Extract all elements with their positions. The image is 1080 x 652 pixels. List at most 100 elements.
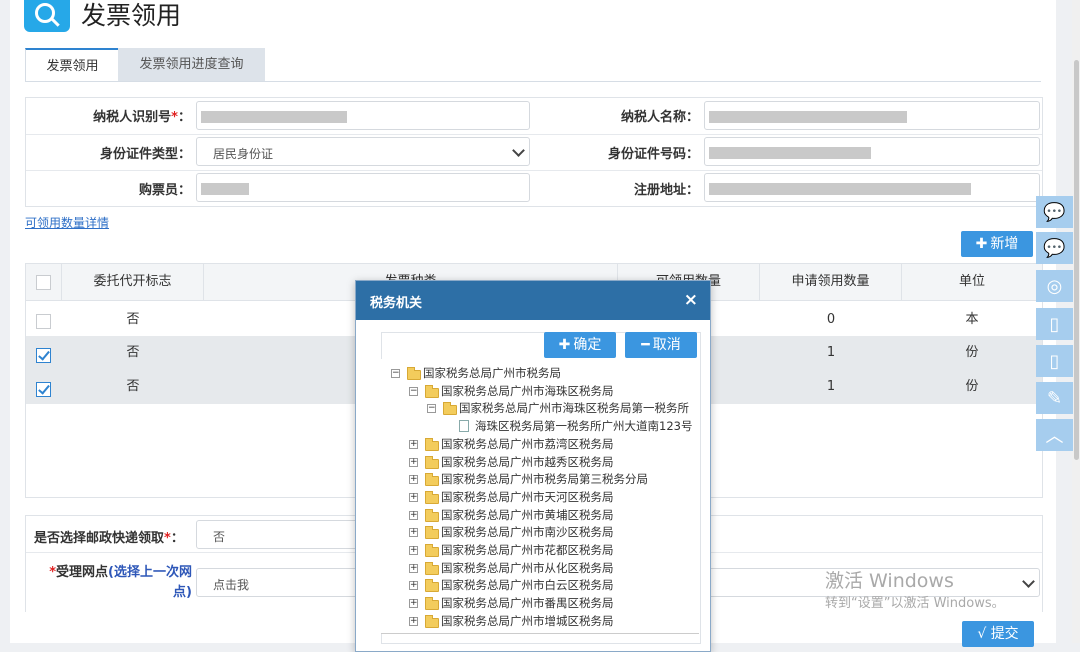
tree-node[interactable]: + 国家税务总局广州市从化区税务局: [381, 560, 699, 577]
cancel-button-label: 取消: [652, 337, 681, 353]
dialog-divider: [381, 633, 699, 634]
col-unit: 单位: [958, 274, 985, 289]
row-checkbox[interactable]: [36, 382, 51, 397]
address-field[interactable]: [704, 173, 1040, 202]
expand-icon[interactable]: +: [409, 439, 418, 449]
expand-icon[interactable]: +: [409, 546, 418, 555]
confirm-button[interactable]: ✚ 确定: [544, 332, 616, 358]
taxpayer-name-field[interactable]: [704, 101, 1040, 130]
wechat-icon[interactable]: 💬: [1036, 196, 1073, 228]
tree-node[interactable]: + 国家税务总局广州市天河区税务局: [381, 489, 699, 506]
mobile-icon[interactable]: ▯: [1036, 345, 1073, 377]
expand-icon[interactable]: +: [409, 510, 418, 520]
tree-node[interactable]: 海珠区税务局第一税务所广州大道南123号: [381, 418, 699, 435]
tree-node-label: 国家税务总局广州市增城区税务局: [441, 613, 614, 628]
tree-node[interactable]: + 国家税务总局广州市番禺区税务局: [381, 595, 699, 612]
dialog-title: 税务机关: [370, 296, 423, 311]
tree-node-label: 国家税务总局广州市白云区税务局: [441, 578, 614, 593]
address-label: 注册地址：: [633, 183, 699, 198]
weibo-icon[interactable]: ◎: [1036, 270, 1073, 302]
submit-button[interactable]: √ 提交: [962, 621, 1034, 647]
dialog-header: 税务机关 ×: [356, 281, 710, 320]
tree-node-label: 国家税务总局广州市税务局第三税务分局: [441, 472, 648, 487]
wechat-icon[interactable]: 💬: [1036, 232, 1073, 264]
tree-node[interactable]: + 国家税务总局广州市越秀区税务局: [381, 454, 699, 471]
tree-node[interactable]: + 国家税务总局广州市荔湾区税务局: [381, 436, 699, 453]
expand-icon[interactable]: +: [409, 457, 418, 467]
cancel-button[interactable]: ━ 取消: [625, 332, 697, 358]
row-checkbox[interactable]: [36, 348, 51, 363]
activation-watermark: 激活 Windows: [825, 570, 954, 592]
row-divider: [26, 170, 1042, 171]
postal-delivery-value: 否: [213, 530, 226, 544]
tree-node-label: 海珠区税务局第一税务所广州大道南123号: [475, 419, 693, 434]
scrollbar-thumb[interactable]: [1074, 60, 1079, 460]
document-icon: [459, 420, 469, 433]
quota-details-link[interactable]: 可领用数量详情: [25, 214, 109, 231]
tree-node-label: 国家税务总局广州市税务局: [423, 366, 561, 380]
tree-node[interactable]: + 国家税务总局广州市南沙区税务局: [381, 524, 699, 541]
tab-invoice-claim[interactable]: 发票领用: [25, 48, 120, 82]
expand-icon[interactable]: +: [409, 599, 418, 609]
row-checkbox[interactable]: [36, 314, 51, 329]
expand-icon[interactable]: +: [409, 563, 418, 573]
mobile-icon[interactable]: ▯: [1036, 308, 1073, 340]
collapse-icon[interactable]: −: [409, 386, 418, 396]
tree-node-label: 国家税务总局广州市海珠区税务局: [441, 383, 614, 398]
taxpayer-id-field[interactable]: [196, 101, 530, 130]
plus-icon: ✚: [558, 337, 571, 353]
cell-agent: 否: [126, 379, 140, 394]
expand-icon[interactable]: +: [409, 581, 418, 591]
expand-icon[interactable]: +: [409, 492, 418, 502]
add-button[interactable]: ✚ 新增: [961, 231, 1033, 257]
edit-icon[interactable]: ✎: [1036, 382, 1073, 414]
folder-icon: [425, 597, 439, 611]
collapse-icon[interactable]: −: [427, 404, 436, 414]
taxpayer-id-label: 纳税人识别号*：: [93, 110, 191, 125]
close-icon[interactable]: ×: [684, 290, 698, 310]
id-type-select[interactable]: 居民身份证: [196, 137, 530, 166]
tree-node[interactable]: − 国家税务总局广州市税务局: [381, 365, 699, 382]
cell-qty[interactable]: 0: [760, 303, 902, 337]
tax-authority-dialog: 税务机关 × ✚ 确定 ━ 取消 − 国家税务总局广州市税务局 − 国家税务总局广州市海珠…: [355, 280, 711, 652]
select-all-checkbox[interactable]: [36, 275, 51, 290]
id-number-label: 身份证件号码：: [607, 147, 699, 162]
expand-icon[interactable]: +: [409, 528, 418, 538]
tree-node[interactable]: + 国家税务总局广州市增城区税务局: [381, 613, 699, 630]
row-divider: [26, 134, 1042, 135]
tree-node[interactable]: + 国家税务总局广州市白云区税务局: [381, 577, 699, 594]
chevron-down-icon: [512, 144, 525, 157]
expand-icon[interactable]: +: [409, 475, 418, 485]
cell-agent: 否: [126, 312, 140, 327]
buyer-field[interactable]: [196, 173, 530, 202]
check-icon: √: [977, 626, 991, 642]
tree-node-label: 国家税务总局广州市南沙区税务局: [441, 525, 614, 540]
search-icon: [24, 0, 70, 32]
buyer-label: 购票员：: [138, 183, 191, 198]
outlet-value: 点击我: [213, 578, 250, 592]
tree-node-label: 国家税务总局广州市天河区税务局: [441, 489, 614, 504]
folder-icon: [425, 561, 439, 575]
tab-claim-progress[interactable]: 发票领用进度查询: [118, 48, 265, 81]
tax-authority-tree: − 国家税务总局广州市税务局 − 国家税务总局广州市海珠区税务局 − 国家税务总局广州市海…: [381, 359, 699, 634]
expand-icon[interactable]: +: [409, 616, 418, 626]
cell-agent: 否: [126, 345, 140, 360]
tree-node[interactable]: − 国家税务总局广州市海珠区税务局: [381, 383, 699, 400]
add-button-label: 新增: [990, 236, 1019, 252]
col-agent-flag: 委托代开标志: [62, 264, 204, 300]
collapse-icon[interactable]: −: [391, 369, 400, 378]
col-request-qty: 申请领用数量: [760, 264, 902, 300]
tree-node[interactable]: − 国家税务总局广州市海珠区税务局第一税务所: [381, 400, 699, 417]
tree-node-label: 国家税务总局广州市海珠区税务局第一税务所: [459, 401, 689, 416]
tree-node[interactable]: + 国家税务总局广州市黄埔区税务局: [381, 507, 699, 524]
folder-icon: [425, 455, 439, 469]
tree-node[interactable]: + 国家税务总局广州市花都区税务局: [381, 542, 699, 559]
tree-node[interactable]: + 国家税务总局广州市税务局第三税务分局: [381, 471, 699, 488]
folder-icon: [425, 614, 439, 628]
id-number-field[interactable]: [704, 137, 1040, 166]
postal-delivery-select[interactable]: 否: [196, 520, 371, 549]
cell-qty[interactable]: 1: [760, 336, 902, 370]
chevron-up-icon[interactable]: ︿: [1036, 419, 1073, 451]
cell-qty[interactable]: 1: [760, 370, 902, 404]
tree-node-label: 国家税务总局广州市花都区税务局: [441, 543, 614, 557]
